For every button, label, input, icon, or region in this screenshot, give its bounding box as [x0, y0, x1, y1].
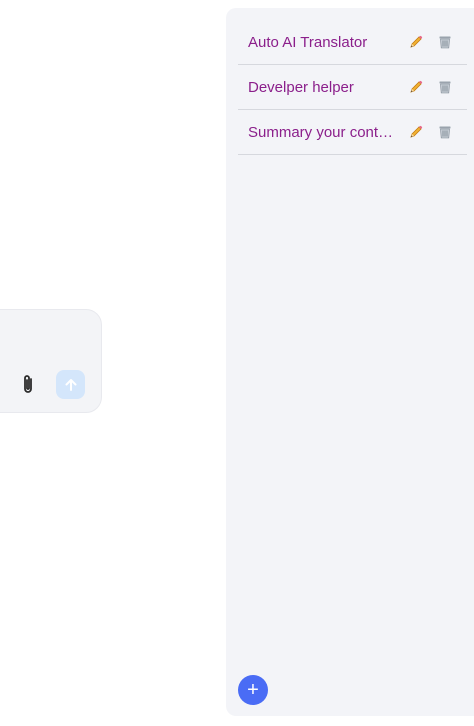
edit-prompt-button[interactable] — [406, 32, 426, 52]
page: Auto AI Translator Develper helper Summa… — [0, 0, 474, 726]
pencil-icon — [410, 35, 423, 48]
prompt-item-develper-helper[interactable]: Develper helper — [238, 65, 467, 110]
prompt-label[interactable]: Auto AI Translator — [248, 34, 396, 51]
trash-icon — [439, 36, 451, 49]
delete-prompt-button[interactable] — [435, 77, 455, 97]
delete-prompt-button[interactable] — [435, 122, 455, 142]
arrow-up-icon — [65, 378, 76, 391]
paperclip-icon — [24, 375, 32, 393]
prompt-label[interactable]: Develper helper — [248, 79, 396, 96]
attach-button[interactable] — [17, 372, 39, 398]
message-composer — [0, 309, 102, 413]
prompt-item-auto-ai-translator[interactable]: Auto AI Translator — [238, 20, 467, 65]
trash-icon — [439, 81, 451, 94]
prompt-list: Auto AI Translator Develper helper Summa… — [238, 20, 467, 155]
add-prompt-button[interactable]: + — [238, 675, 268, 705]
prompt-item-summary[interactable]: Summary your cont… — [238, 110, 467, 155]
delete-prompt-button[interactable] — [435, 32, 455, 52]
prompt-sidebar: Auto AI Translator Develper helper Summa… — [226, 8, 474, 716]
pencil-icon — [410, 80, 423, 93]
edit-prompt-button[interactable] — [406, 122, 426, 142]
send-button[interactable] — [56, 370, 85, 399]
prompt-label[interactable]: Summary your cont… — [248, 124, 396, 141]
pencil-icon — [410, 125, 423, 138]
edit-prompt-button[interactable] — [406, 77, 426, 97]
trash-icon — [439, 126, 451, 139]
